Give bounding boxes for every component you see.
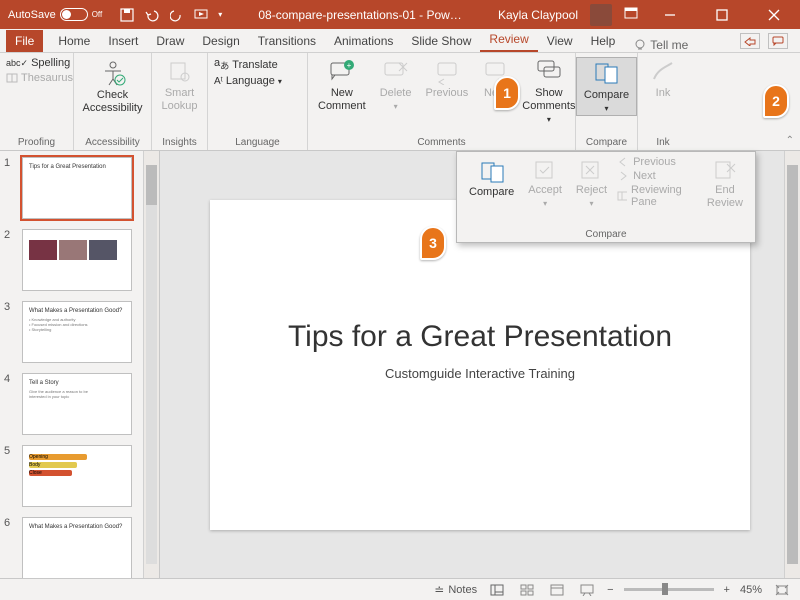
group-comments-label: Comments <box>314 135 569 148</box>
accessibility-icon <box>99 59 127 87</box>
slide-thumb-3[interactable]: 3What Makes a Presentation Good?• Knowle… <box>4 301 139 363</box>
share-icon <box>744 36 756 46</box>
editor-scrollbar[interactable] <box>784 151 800 578</box>
tab-slideshow[interactable]: Slide Show <box>402 30 480 52</box>
group-insights-label: Insights <box>158 135 201 148</box>
slide-subtitle: Customguide Interactive Training <box>210 366 750 381</box>
slide-thumb-1[interactable]: 1Tips for a Great Presentation <box>4 157 139 219</box>
thesaurus-button: Thesaurus <box>6 72 73 84</box>
slide-thumb-4[interactable]: 4Tell a StoryGive the audience a reason … <box>4 373 139 435</box>
tell-me[interactable]: Tell me <box>634 38 688 52</box>
delete-comment-button: Delete▾ <box>376 57 416 114</box>
compare-dropdown: Compare Accept▾ Reject▾ Previous Next Re… <box>456 151 756 243</box>
spelling-button[interactable]: abc✓Spelling <box>6 57 73 69</box>
language-button[interactable]: AᵗLanguage▾ <box>214 75 282 87</box>
group-ink-label: Ink <box>644 135 682 148</box>
compare-icon <box>479 158 505 184</box>
notes-button[interactable]: ≐Notes <box>434 583 477 597</box>
zoom-out-button[interactable]: − <box>607 584 613 596</box>
zoom-in-button[interactable]: + <box>724 584 730 596</box>
comment-icon <box>772 36 784 46</box>
autosave-toggle[interactable]: AutoSave Off <box>8 8 102 21</box>
new-comment-button[interactable]: +New Comment <box>314 57 370 115</box>
callout-3: 3 <box>420 226 446 260</box>
compare-popup-label: Compare <box>457 229 755 242</box>
lookup-icon <box>167 59 193 85</box>
previous-comment-button: Previous <box>421 57 472 102</box>
title-bar: AutoSave Off ▾ 08-compare-presentations-… <box>0 0 800 29</box>
slide-thumb-5[interactable]: 5OpeningBodyClose <box>4 445 139 507</box>
redo-icon[interactable] <box>170 8 184 22</box>
fit-window-icon[interactable] <box>772 584 792 596</box>
work-area: 1Tips for a Great Presentation 2 3What M… <box>0 151 800 578</box>
compare-popup-reviewing-pane: Reviewing Pane <box>617 184 697 208</box>
close-button[interactable] <box>754 9 794 21</box>
callout-1: 1 <box>494 76 520 110</box>
ink-button: Ink <box>646 57 680 102</box>
save-icon[interactable] <box>120 8 134 22</box>
status-bar: ≐Notes − + 45% <box>0 578 800 600</box>
slide-thumbnail-panel: 1Tips for a Great Presentation 2 3What M… <box>0 151 160 578</box>
group-language-label: Language <box>214 135 301 148</box>
slideshow-view-icon[interactable] <box>577 584 597 596</box>
compare-popup-next: Next <box>617 170 697 182</box>
compare-button[interactable]: Compare▾ <box>576 57 637 116</box>
new-comment-icon: + <box>329 59 355 85</box>
compare-popup-reject: Reject▾ <box>572 156 611 211</box>
tab-review[interactable]: Review <box>480 28 537 52</box>
compare-icon <box>593 59 621 87</box>
collapse-ribbon-icon[interactable]: ⌃ <box>786 135 794 146</box>
translate-button[interactable]: aあTranslate <box>214 57 282 72</box>
comments-icon <box>536 59 562 85</box>
group-accessibility-label: Accessibility <box>80 135 145 148</box>
svg-text:+: + <box>347 61 352 70</box>
sorter-view-icon[interactable] <box>517 584 537 596</box>
reading-view-icon[interactable] <box>547 584 567 596</box>
tab-home[interactable]: Home <box>49 30 99 52</box>
maximize-button[interactable] <box>702 9 742 21</box>
slide-editor: Tips for a Great Presentation Customguid… <box>160 151 800 578</box>
compare-popup-compare[interactable]: Compare <box>465 156 518 201</box>
window-title: 08-compare-presentations-01 - Pow… <box>222 8 498 22</box>
slide-thumb-2[interactable]: 2 <box>4 229 139 291</box>
zoom-level[interactable]: 45% <box>740 584 762 596</box>
zoom-slider[interactable] <box>624 588 714 591</box>
check-accessibility-button[interactable]: Check Accessibility <box>79 57 147 117</box>
slide-thumb-6[interactable]: 6What Makes a Presentation Good? <box>4 517 139 578</box>
slide-canvas[interactable]: Tips for a Great Presentation Customguid… <box>210 200 750 530</box>
callout-2: 2 <box>763 84 789 118</box>
user-name: Kayla Claypool <box>498 8 578 22</box>
tab-help[interactable]: Help <box>582 30 625 52</box>
ribbon: abc✓Spelling Thesaurus Proofing Check Ac… <box>0 53 800 151</box>
tab-draw[interactable]: Draw <box>147 30 193 52</box>
minimize-button[interactable] <box>650 9 690 21</box>
undo-icon[interactable] <box>144 8 160 22</box>
smart-lookup-button: Smart Lookup <box>157 57 201 115</box>
slide-title: Tips for a Great Presentation <box>210 320 750 354</box>
normal-view-icon[interactable] <box>487 584 507 596</box>
delete-comment-icon <box>383 59 409 85</box>
thumb-scrollbar[interactable] <box>143 151 159 578</box>
comments-button[interactable] <box>768 33 788 49</box>
group-proofing-label: Proofing <box>6 135 67 148</box>
group-compare-label: Compare <box>582 135 631 148</box>
compare-popup-previous: Previous <box>617 156 697 168</box>
tab-insert[interactable]: Insert <box>99 30 147 52</box>
compare-popup-accept: Accept▾ <box>524 156 566 211</box>
ribbon-tabs: File Home Insert Draw Design Transitions… <box>0 29 800 53</box>
user-avatar[interactable] <box>590 4 612 26</box>
show-comments-button[interactable]: Show Comments▾ <box>518 57 579 127</box>
share-button[interactable] <box>740 33 760 49</box>
compare-popup-end-review: End Review <box>703 156 747 212</box>
tab-view[interactable]: View <box>538 30 582 52</box>
tab-design[interactable]: Design <box>193 30 248 52</box>
book-icon <box>6 73 18 83</box>
tab-animations[interactable]: Animations <box>325 30 402 52</box>
ribbon-display-icon[interactable] <box>624 7 638 22</box>
pen-icon <box>650 59 676 85</box>
tab-file[interactable]: File <box>6 30 43 52</box>
start-slideshow-icon[interactable] <box>194 8 208 22</box>
lightbulb-icon <box>634 39 646 51</box>
tab-transitions[interactable]: Transitions <box>249 30 325 52</box>
